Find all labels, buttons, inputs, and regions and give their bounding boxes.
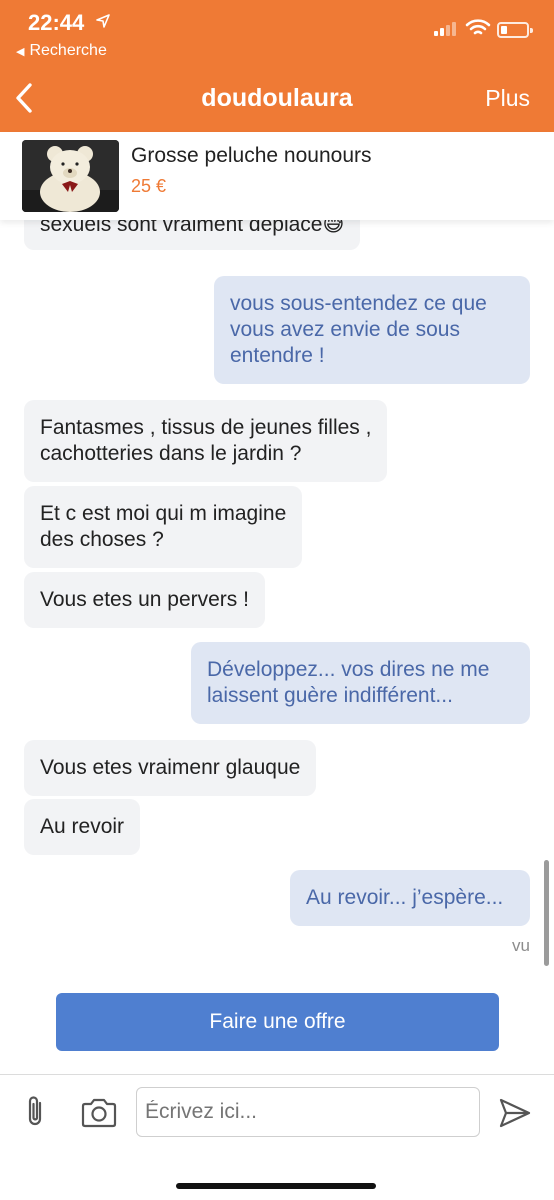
- message-incoming: sexuels sont vraiment deplacé😅: [24, 220, 361, 250]
- send-icon[interactable]: [498, 1097, 532, 1129]
- location-arrow-icon: [96, 14, 110, 28]
- back-to-app-link[interactable]: ◀ Recherche: [16, 42, 107, 60]
- message-incoming: Fantasmes , tissus de jeunes filles , ca…: [24, 400, 388, 482]
- product-thumbnail: [22, 140, 119, 212]
- home-indicator[interactable]: [176, 1183, 376, 1189]
- message-outgoing: Développez... vos dires ne me laissent g…: [191, 642, 530, 724]
- wifi-icon: [465, 19, 491, 35]
- product-price: 25 €: [131, 176, 167, 196]
- battery-icon: [497, 22, 533, 38]
- composer-divider: [0, 1074, 554, 1075]
- message-input[interactable]: [136, 1087, 480, 1137]
- message-incoming: Vous etes un pervers !: [24, 572, 265, 628]
- seen-indicator: vu: [512, 936, 530, 955]
- make-offer-button[interactable]: Faire une offre: [56, 993, 499, 1051]
- back-app-label: Recherche: [29, 42, 107, 59]
- product-title: Grosse peluche nounours: [131, 144, 372, 167]
- product-summary[interactable]: Grosse peluche nounours 25 €: [0, 132, 554, 220]
- camera-icon[interactable]: [80, 1097, 118, 1129]
- message-incoming: Vous etes vraimenr glauque: [24, 740, 317, 796]
- more-button[interactable]: Plus: [485, 85, 530, 112]
- message-outgoing: Au revoir... j’espère...: [290, 870, 530, 926]
- message-list[interactable]: sexuels sont vraiment deplacé😅 vous sous…: [0, 220, 554, 980]
- status-time: 22:44: [28, 10, 85, 35]
- back-triangle-icon: ◀: [16, 45, 25, 58]
- message-outgoing: vous sous-entendez ce que vous avez envi…: [214, 276, 530, 384]
- paperclip-icon[interactable]: [22, 1094, 50, 1130]
- conversation-title: doudoulaura: [201, 84, 353, 112]
- message-incoming: Et c est moi qui m imagine des choses ?: [24, 486, 303, 568]
- app-header: 22:44 ◀ Recherche doudoulaura Plus: [0, 0, 554, 132]
- message-incoming: Au revoir: [24, 799, 141, 855]
- scrollbar[interactable]: [544, 860, 549, 966]
- signal-icon: [434, 22, 456, 36]
